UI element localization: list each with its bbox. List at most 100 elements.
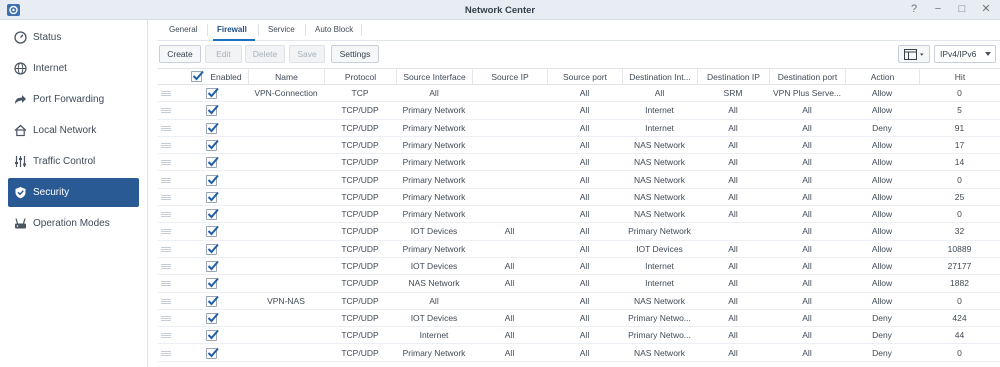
ip-version-select[interactable]: IPv4/IPv6 bbox=[934, 45, 996, 63]
drag-handle-icon[interactable] bbox=[161, 246, 171, 252]
enabled-checkbox[interactable] bbox=[206, 330, 219, 342]
tab-auto-block[interactable]: Auto Block bbox=[315, 25, 353, 34]
column-header-destination-ip[interactable]: Destination IP bbox=[697, 69, 769, 85]
cell-hit: 32 bbox=[954, 226, 965, 237]
sidebar-item-status[interactable]: Status bbox=[8, 23, 139, 51]
table-row[interactable]: VPN-Connection TCP All All All SRM VPN Plus Se… bbox=[158, 85, 1000, 103]
checkmark-icon bbox=[207, 191, 219, 202]
table-row[interactable]: TCP/UDP IOT Devices All All Primary Netwo...… bbox=[158, 310, 1000, 328]
checkmark-icon bbox=[207, 295, 219, 306]
table-row[interactable]: TCP/UDP Primary Network All NAS Network All A… bbox=[158, 189, 1000, 207]
edit-button[interactable]: Edit bbox=[205, 45, 242, 63]
save-button[interactable]: Save bbox=[289, 45, 325, 63]
view-mode-button[interactable] bbox=[898, 45, 930, 63]
cell-hit: 27177 bbox=[947, 261, 972, 271]
drag-handle-icon[interactable] bbox=[161, 350, 171, 356]
drag-handle-icon[interactable] bbox=[161, 212, 171, 218]
drag-handle-icon[interactable] bbox=[161, 194, 171, 200]
tab-divider bbox=[207, 24, 208, 36]
table-row[interactable]: TCP/UDP Primary Network All IOT Devices All A… bbox=[158, 241, 1000, 258]
help-icon[interactable]: ? bbox=[908, 3, 920, 16]
close-icon[interactable]: ✕ bbox=[980, 3, 992, 16]
drag-handle-icon[interactable] bbox=[161, 333, 171, 339]
enabled-checkbox[interactable] bbox=[206, 191, 219, 203]
enabled-checkbox[interactable] bbox=[206, 122, 219, 134]
enabled-checkbox[interactable] bbox=[206, 105, 219, 117]
enabled-checkbox[interactable] bbox=[206, 174, 219, 186]
cell-source-ip bbox=[472, 206, 547, 223]
table-row[interactable]: TCP/UDP Primary Network All Internet All All D… bbox=[158, 120, 1000, 137]
table-row[interactable]: TCP/UDP Primary Network All NAS Network All A… bbox=[158, 137, 1000, 155]
tab-service[interactable]: Service bbox=[268, 25, 295, 34]
cell-source-ip: All bbox=[504, 226, 515, 237]
table-row[interactable]: TCP/UDP IOT Devices All All Internet All All Al… bbox=[158, 258, 1000, 276]
cell-source-port: All bbox=[579, 278, 590, 289]
sidebar-item-local-network[interactable]: Local Network bbox=[8, 116, 139, 144]
tab-firewall[interactable]: Firewall bbox=[217, 25, 247, 34]
table-row[interactable]: TCP/UDP Primary Network All NAS Network All A… bbox=[158, 154, 1000, 172]
table-row[interactable]: VPN-NAS TCP/UDP All All NAS Network All All All… bbox=[158, 293, 1000, 310]
cell-destination-ip: All bbox=[728, 243, 738, 254]
sidebar-item-label: Port Forwarding bbox=[33, 93, 105, 105]
drag-handle-icon[interactable] bbox=[161, 91, 171, 96]
sidebar-item-internet[interactable]: Internet bbox=[8, 54, 139, 82]
cell-name bbox=[248, 310, 324, 327]
enabled-checkbox[interactable] bbox=[206, 139, 219, 151]
drag-handle-icon[interactable] bbox=[161, 125, 171, 131]
column-header-name[interactable]: Name bbox=[248, 69, 324, 85]
drag-handle-icon[interactable] bbox=[161, 142, 171, 148]
create-button[interactable]: Create bbox=[159, 45, 201, 63]
tab-bar: General Firewall Service Auto Block bbox=[158, 20, 1000, 41]
column-header-destination-interface[interactable]: Destination Int... bbox=[622, 69, 697, 85]
settings-button[interactable]: Settings bbox=[331, 45, 379, 63]
sidebar-item-port-forwarding[interactable]: Port Forwarding bbox=[8, 85, 139, 113]
enabled-checkbox[interactable] bbox=[206, 87, 219, 99]
table-row[interactable]: TCP/UDP IOT Devices All All Primary Network A… bbox=[158, 223, 1000, 241]
enabled-checkbox[interactable] bbox=[206, 260, 219, 272]
drag-handle-icon[interactable] bbox=[161, 108, 171, 114]
drag-handle-icon[interactable] bbox=[161, 160, 171, 166]
column-header-hit[interactable]: Hit bbox=[919, 69, 1000, 85]
minimize-icon[interactable]: − bbox=[932, 3, 944, 16]
enabled-checkbox[interactable] bbox=[206, 226, 219, 238]
sidebar-item-traffic-control[interactable]: Traffic Control bbox=[8, 147, 139, 175]
column-header-source-ip[interactable]: Source IP bbox=[472, 69, 547, 85]
select-all-checkbox[interactable] bbox=[191, 70, 204, 82]
table-row[interactable]: TCP/UDP NAS Network All All Internet All All Al… bbox=[158, 275, 1000, 293]
enabled-checkbox[interactable] bbox=[206, 278, 219, 290]
cell-source-interface: Primary Network bbox=[402, 105, 466, 116]
table-row[interactable]: TCP/UDP Internet All All Primary Netwo... All… bbox=[158, 327, 1000, 345]
column-header-action[interactable]: Action bbox=[845, 69, 919, 85]
column-header-enabled[interactable]: Enabled bbox=[204, 69, 248, 85]
cell-destination-ip: All bbox=[728, 261, 738, 271]
drag-handle-icon[interactable] bbox=[161, 281, 171, 287]
sidebar-item-operation-modes[interactable]: Operation Modes bbox=[8, 209, 139, 237]
maximize-icon[interactable]: □ bbox=[956, 3, 968, 16]
table-row[interactable]: TCP/UDP Primary Network All NAS Network All A… bbox=[158, 206, 1000, 224]
column-header-source-interface[interactable]: Source Interface bbox=[396, 69, 472, 85]
drag-handle-icon[interactable] bbox=[161, 315, 171, 321]
drag-handle-icon[interactable] bbox=[161, 298, 171, 304]
enabled-checkbox[interactable] bbox=[206, 157, 219, 169]
enabled-checkbox[interactable] bbox=[206, 243, 219, 255]
column-header-source-port[interactable]: Source port bbox=[547, 69, 622, 85]
delete-button[interactable]: Delete bbox=[245, 45, 285, 63]
enabled-checkbox[interactable] bbox=[206, 347, 219, 359]
table-row[interactable]: TCP/UDP Primary Network All Internet All All A… bbox=[158, 102, 1000, 120]
table-row[interactable]: TCP/UDP Primary Network All NAS Network All A… bbox=[158, 172, 1000, 189]
cell-action: Allow bbox=[871, 261, 893, 271]
cell-action: Allow bbox=[871, 174, 893, 185]
sidebar-item-security[interactable]: Security bbox=[8, 178, 139, 207]
tab-general[interactable]: General bbox=[169, 25, 197, 34]
enabled-checkbox[interactable] bbox=[206, 295, 219, 307]
cell-hit: 10889 bbox=[947, 243, 972, 254]
enabled-checkbox[interactable] bbox=[206, 312, 219, 324]
drag-handle-icon[interactable] bbox=[161, 229, 171, 235]
enabled-checkbox[interactable] bbox=[206, 208, 219, 221]
column-header-destination-port[interactable]: Destination port bbox=[769, 69, 845, 85]
drag-handle-icon[interactable] bbox=[161, 264, 171, 269]
drag-handle-icon[interactable] bbox=[161, 177, 171, 183]
column-header-protocol[interactable]: Protocol bbox=[324, 69, 396, 85]
checkmark-icon bbox=[207, 105, 219, 115]
table-row[interactable]: TCP/UDP Primary Network All All NAS Network A… bbox=[158, 345, 1000, 362]
